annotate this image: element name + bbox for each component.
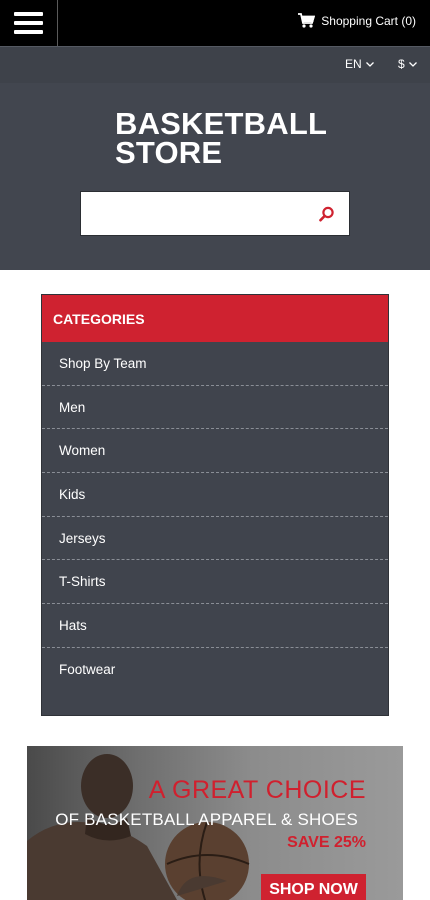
banner-discount: SAVE 25%	[287, 834, 366, 851]
logo-line-2: STORE	[115, 135, 223, 170]
currency-value: $	[398, 57, 405, 71]
settings-bar: EN $	[0, 46, 430, 83]
hamburger-menu-icon	[14, 12, 43, 16]
hamburger-menu-icon	[14, 30, 43, 34]
category-item-footwear[interactable]: Footwear	[42, 648, 388, 692]
banner-headline: A GREAT CHOICE	[148, 776, 366, 804]
shop-now-button[interactable]: SHOP NOW	[261, 874, 366, 900]
categories-panel: CATEGORIES Shop By Team Men Women Kids J…	[41, 294, 389, 716]
search-icon	[318, 206, 334, 221]
category-item-women[interactable]: Women	[42, 429, 388, 474]
top-bar: Shopping Cart (0)	[0, 0, 430, 46]
store-logo[interactable]: BASKETBALL STORE	[115, 106, 365, 170]
site-header: BASKETBALL STORE	[0, 83, 430, 270]
chevron-down-icon	[365, 61, 374, 67]
category-item-men[interactable]: Men	[42, 386, 388, 430]
search-box	[80, 191, 350, 236]
cart-label: Shopping Cart (0)	[321, 13, 416, 28]
category-item-hats[interactable]: Hats	[42, 604, 388, 648]
currency-selector[interactable]: $	[398, 57, 417, 71]
shopping-cart-link[interactable]: Shopping Cart (0)	[298, 13, 416, 28]
category-item-t-shirts[interactable]: T-Shirts	[42, 560, 388, 605]
hamburger-menu-button[interactable]	[0, 0, 58, 46]
categories-list: Shop By Team Men Women Kids Jerseys T-Sh…	[42, 342, 388, 692]
category-item-shop-by-team[interactable]: Shop By Team	[42, 342, 388, 386]
banner-subheadline: OF BASKETBALL APPAREL & SHOES	[55, 810, 358, 829]
category-item-kids[interactable]: Kids	[42, 473, 388, 517]
language-selector[interactable]: EN	[345, 57, 374, 71]
search-button[interactable]	[304, 192, 349, 235]
cart-icon	[298, 13, 316, 28]
categories-title: CATEGORIES	[42, 295, 388, 342]
search-input[interactable]	[81, 192, 306, 235]
hamburger-menu-icon	[14, 21, 43, 25]
promo-banner[interactable]: A GREAT CHOICE OF BASKETBALL APPAREL & S…	[27, 746, 403, 900]
logo-line-1: BASKETBALL	[115, 106, 328, 141]
category-item-jerseys[interactable]: Jerseys	[42, 517, 388, 561]
language-value: EN	[345, 57, 362, 71]
chevron-down-icon	[408, 61, 417, 67]
